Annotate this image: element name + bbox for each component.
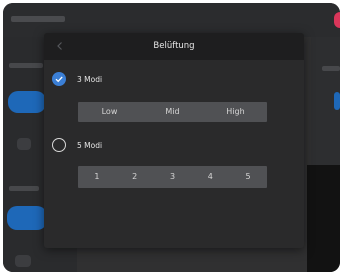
option-5-modi[interactable]: 5 Modi	[52, 137, 102, 153]
mode-button-1[interactable]: 1	[78, 166, 116, 188]
background-header-text	[11, 16, 65, 22]
radio-checked-icon[interactable]	[52, 72, 66, 86]
mode-button-3[interactable]: 3	[154, 166, 192, 188]
mode-button-low[interactable]: Low	[78, 102, 141, 122]
mode-button-2[interactable]: 2	[116, 166, 154, 188]
background-notification-badge	[334, 12, 340, 28]
radio-unchecked-icon[interactable]	[52, 138, 66, 152]
mode-button-5[interactable]: 5	[229, 166, 267, 188]
option-label: 3 Modi	[77, 74, 103, 84]
background-slider	[334, 92, 340, 110]
background-label	[9, 186, 39, 191]
option-label: 5 Modi	[77, 140, 103, 150]
background-label	[322, 66, 340, 71]
mode-button-mid[interactable]: Mid	[141, 102, 204, 122]
option-3-modi[interactable]: 3 Modi	[52, 71, 102, 87]
dialog-title: Belüftung	[153, 41, 195, 51]
mode-button-high[interactable]: High	[204, 102, 267, 122]
mode-button-4[interactable]: 4	[191, 166, 229, 188]
background-icon	[17, 138, 31, 150]
ventilation-dialog: Belüftung 3 Modi Low Mid High 5 Modi 1 2…	[44, 33, 304, 248]
mode-selector-3: Low Mid High	[78, 102, 267, 122]
mode-selector-5: 1 2 3 4 5	[78, 166, 267, 188]
background-toggle	[7, 206, 47, 230]
background-header	[3, 3, 340, 37]
background-toggle	[8, 91, 46, 113]
background-icon	[15, 255, 31, 267]
background-black-area	[307, 165, 340, 272]
background-label	[9, 63, 43, 68]
